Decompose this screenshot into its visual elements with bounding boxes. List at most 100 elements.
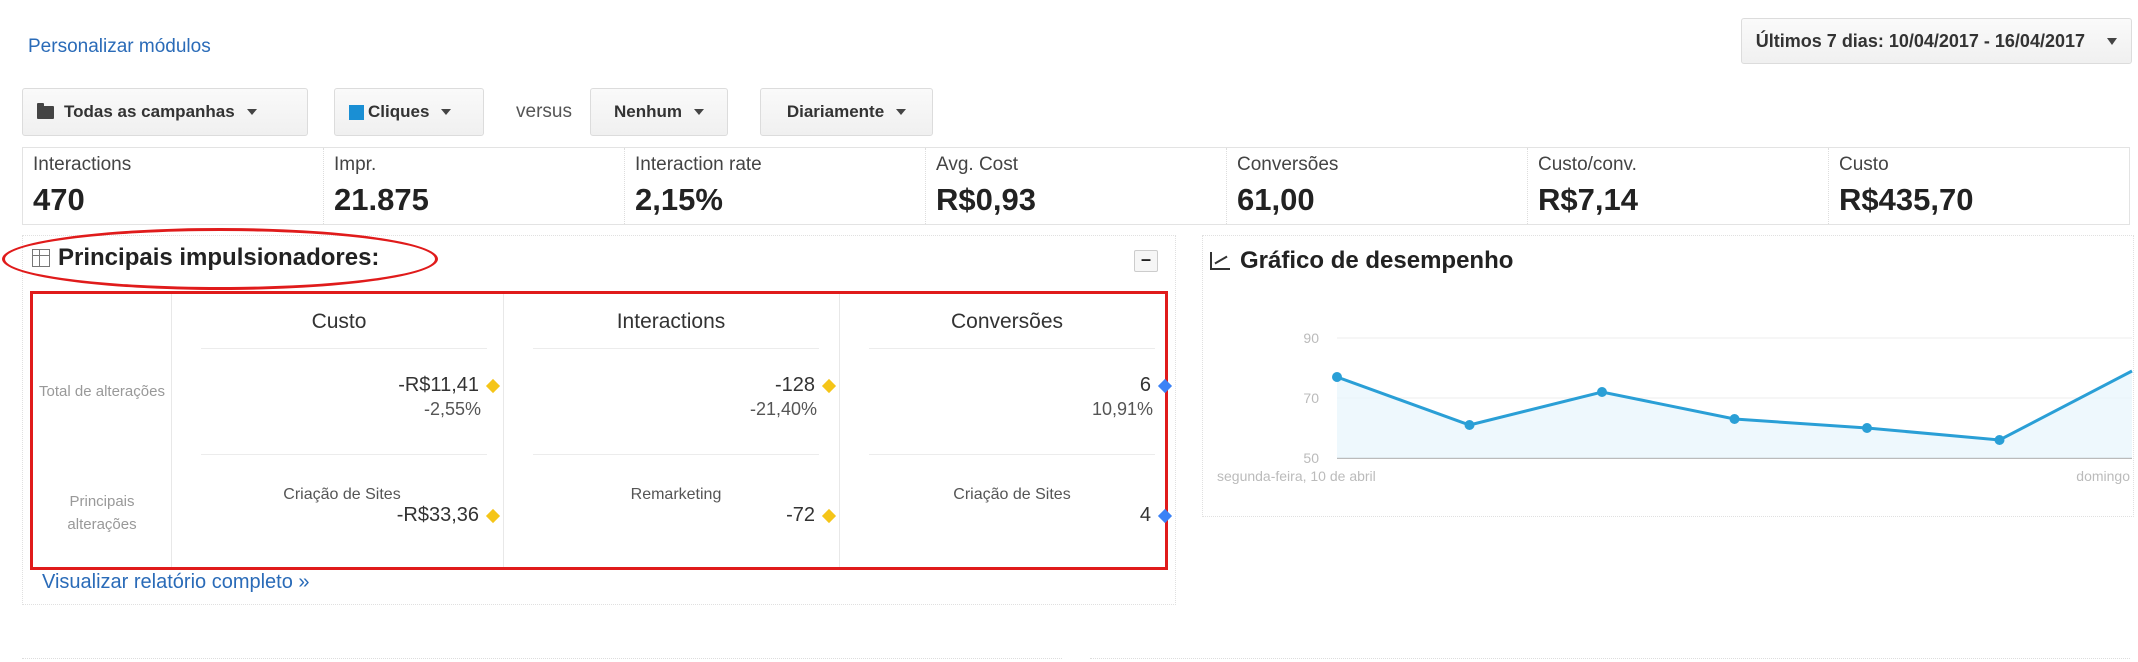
metric-value: 61,00 (1237, 182, 1315, 217)
row-label-total-changes: Total de alterações (39, 383, 165, 400)
metric-cost[interactable]: Custo R$435,70 (1829, 148, 2129, 224)
date-range-dropdown[interactable]: Últimos 7 dias: 10/04/2017 - 16/04/2017 (1740, 18, 2132, 64)
column-header-conversions: Conversões (950, 310, 1064, 333)
metric-interactions[interactable]: Interactions 470 (23, 148, 324, 224)
chevron-down-icon (441, 109, 452, 115)
main-change-cost: Criação de Sites -R$33,36 (183, 486, 501, 527)
module-divider (22, 658, 1062, 659)
compare-metric-dropdown[interactable]: Nenhum (590, 88, 728, 136)
line-chart-icon (1210, 252, 1230, 270)
main-change-value: -R$33,36 (396, 504, 479, 526)
metric-label: Custo (1839, 154, 1889, 175)
main-change-value: 4 (1139, 504, 1151, 526)
metric-value: 21.875 (334, 182, 429, 217)
row-divider (201, 348, 487, 349)
total-value: 6 (1139, 374, 1151, 396)
chevron-down-icon (2107, 37, 2117, 45)
view-full-report-link[interactable]: Visualizar relatório completo » (42, 571, 310, 594)
yellow-diamond-icon (485, 378, 501, 393)
metric-conversions[interactable]: Conversões 61,00 (1227, 148, 1528, 224)
chart-point (1862, 423, 1872, 433)
metric-value: R$435,70 (1839, 182, 1974, 217)
metric-label: Custo/conv. (1538, 154, 1637, 175)
total-change-cost: -R$11,41 -2,55% (183, 374, 501, 420)
yellow-diamond-icon (821, 508, 837, 523)
metric-dropdown[interactable]: Cliques (334, 88, 484, 136)
metric-cost-per-conversion[interactable]: Custo/conv. R$7,14 (1528, 148, 1829, 224)
row-divider (533, 348, 819, 349)
folder-icon (37, 102, 54, 119)
total-percent: 10,91% (1091, 399, 1153, 419)
main-change-name: Criação de Sites (953, 486, 1071, 503)
y-tick-label: 90 (1303, 330, 1319, 346)
column-divider (171, 294, 172, 567)
metric-label: Conversões (1237, 154, 1339, 175)
x-tick-label: segunda-feira, 10 de abril (1217, 468, 1376, 484)
metric-label: Cliques (368, 102, 430, 121)
row-label-main-changes: Principais alterações (67, 493, 137, 533)
metric-label: Interaction rate (635, 154, 762, 175)
granularity-dropdown[interactable]: Diariamente (760, 88, 933, 136)
granularity-label: Diariamente (786, 102, 885, 121)
metric-interaction-rate[interactable]: Interaction rate 2,15% (625, 148, 926, 224)
column-header-cost: Custo (311, 310, 367, 333)
chart-point (1729, 414, 1740, 424)
y-tick-label: 50 (1303, 450, 1319, 466)
total-change-conversions: 6 10,91% (851, 374, 1173, 420)
main-change-conversions: Criação de Sites 4 (851, 486, 1173, 527)
x-tick-label: domingo (2076, 468, 2130, 484)
row-divider (869, 348, 1155, 349)
total-change-interactions: -128 -21,40% (515, 374, 837, 420)
metric-label: Interactions (33, 154, 132, 175)
metric-value: 470 (33, 182, 85, 217)
chart-point (1332, 372, 1342, 382)
collapse-module-button[interactable]: – (1134, 250, 1158, 272)
blue-diamond-icon (1157, 508, 1173, 523)
performance-title: Gráfico de desempenho (1210, 247, 1513, 275)
total-percent: -2,55% (423, 399, 481, 419)
drivers-table: Custo Interactions Conversões Total de a… (30, 291, 1173, 570)
column-divider (503, 294, 504, 567)
metric-value: R$0,93 (936, 182, 1036, 217)
blue-diamond-icon (1157, 378, 1173, 393)
metric-impressions[interactable]: Impr. 21.875 (324, 148, 625, 224)
date-range-label: Últimos 7 dias: 10/04/2017 - 16/04/2017 (1755, 30, 2085, 51)
chevron-down-icon (694, 109, 704, 115)
chart-point (1597, 387, 1607, 397)
module-divider (1090, 658, 2130, 659)
chevron-down-icon (246, 109, 257, 115)
main-change-name: Remarketing (630, 486, 722, 503)
metric-label: Avg. Cost (936, 154, 1019, 175)
campaigns-dropdown[interactable]: Todas as campanhas (22, 88, 308, 136)
column-divider (839, 294, 840, 567)
chart-point (1994, 435, 2005, 445)
yellow-diamond-icon (485, 508, 501, 523)
campaigns-label: Todas as campanhas (64, 102, 235, 121)
performance-title-text: Gráfico de desempenho (1240, 247, 1514, 274)
versus-label: versus (516, 101, 572, 122)
metric-label: Impr. (334, 154, 377, 175)
y-tick-label: 70 (1303, 390, 1319, 406)
total-percent: -21,40% (749, 399, 817, 419)
metric-value: 2,15% (635, 182, 723, 217)
customize-modules-link[interactable]: Personalizar módulos (28, 36, 211, 58)
yellow-diamond-icon (821, 378, 837, 393)
chart-point (1464, 420, 1475, 430)
performance-line-chart[interactable]: 50 70 90 segunda-feira, 10 de abril domingo (1202, 310, 2134, 500)
row-divider (869, 454, 1155, 455)
metric-color-swatch-icon (349, 104, 364, 120)
main-change-interactions: Remarketing -72 (515, 486, 837, 527)
total-value: -128 (774, 374, 815, 396)
main-change-value: -72 (786, 504, 815, 526)
chevron-down-icon (896, 109, 907, 115)
column-header-interactions: Interactions (616, 310, 726, 333)
compare-metric-label: Nenhum (614, 102, 682, 121)
total-value: -R$11,41 (398, 374, 479, 396)
metric-avg-cost[interactable]: Avg. Cost R$0,93 (926, 148, 1227, 224)
metric-value: R$7,14 (1538, 182, 1638, 217)
main-change-name: Criação de Sites (283, 486, 401, 503)
row-divider (533, 454, 819, 455)
row-divider (201, 454, 487, 455)
highlight-oval-annotation (2, 228, 438, 290)
metrics-summary-bar: Interactions 470 Impr. 21.875 Interactio… (22, 147, 2130, 225)
